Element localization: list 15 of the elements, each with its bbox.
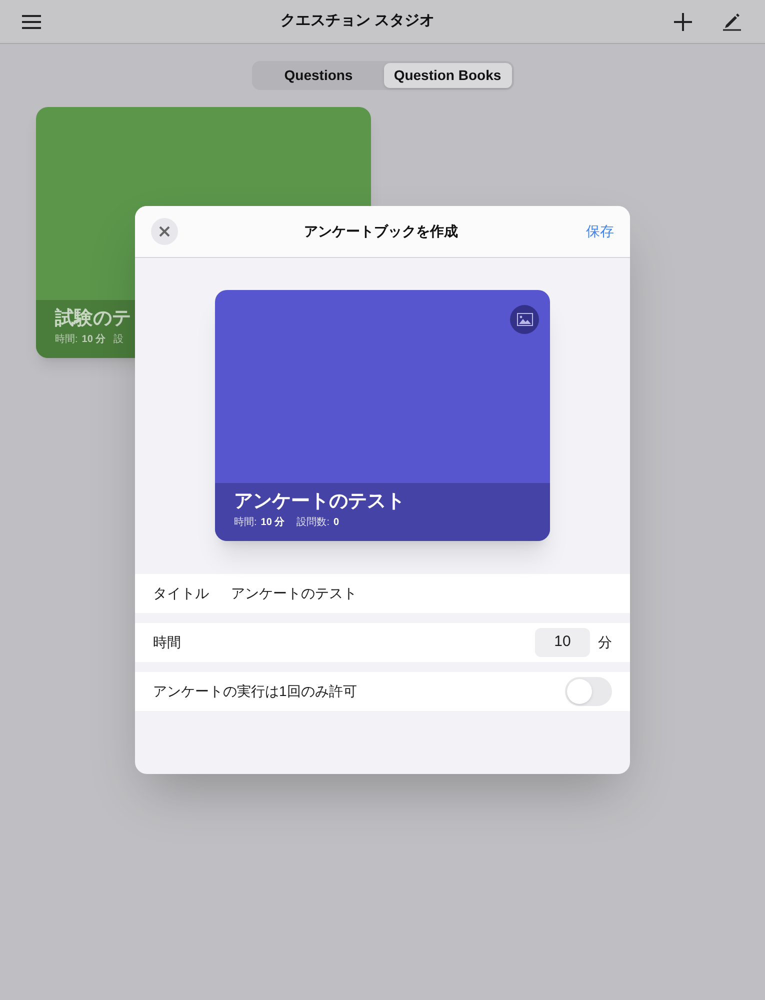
- field-label: アンケートの実行は1回のみ許可: [153, 682, 358, 701]
- time-value: 10 分: [260, 516, 285, 530]
- time-value: 10 分: [82, 332, 106, 347]
- field-label: 時間: [153, 633, 182, 652]
- time-label: 時間:: [55, 332, 78, 347]
- field-label: タイトル: [153, 584, 210, 603]
- count-label: 設問数:: [296, 516, 330, 530]
- count-label: 設: [114, 332, 124, 347]
- dialog-title: アンケートブックを作成: [304, 222, 458, 241]
- book-title: アンケートのテスト: [234, 490, 406, 514]
- app-title: クエスチョン スタジオ: [280, 11, 435, 32]
- book-title: 試験のテ: [55, 306, 132, 331]
- count-value: 0: [333, 516, 340, 530]
- unit-label: 分: [598, 633, 612, 652]
- time-label: 時間:: [234, 516, 257, 530]
